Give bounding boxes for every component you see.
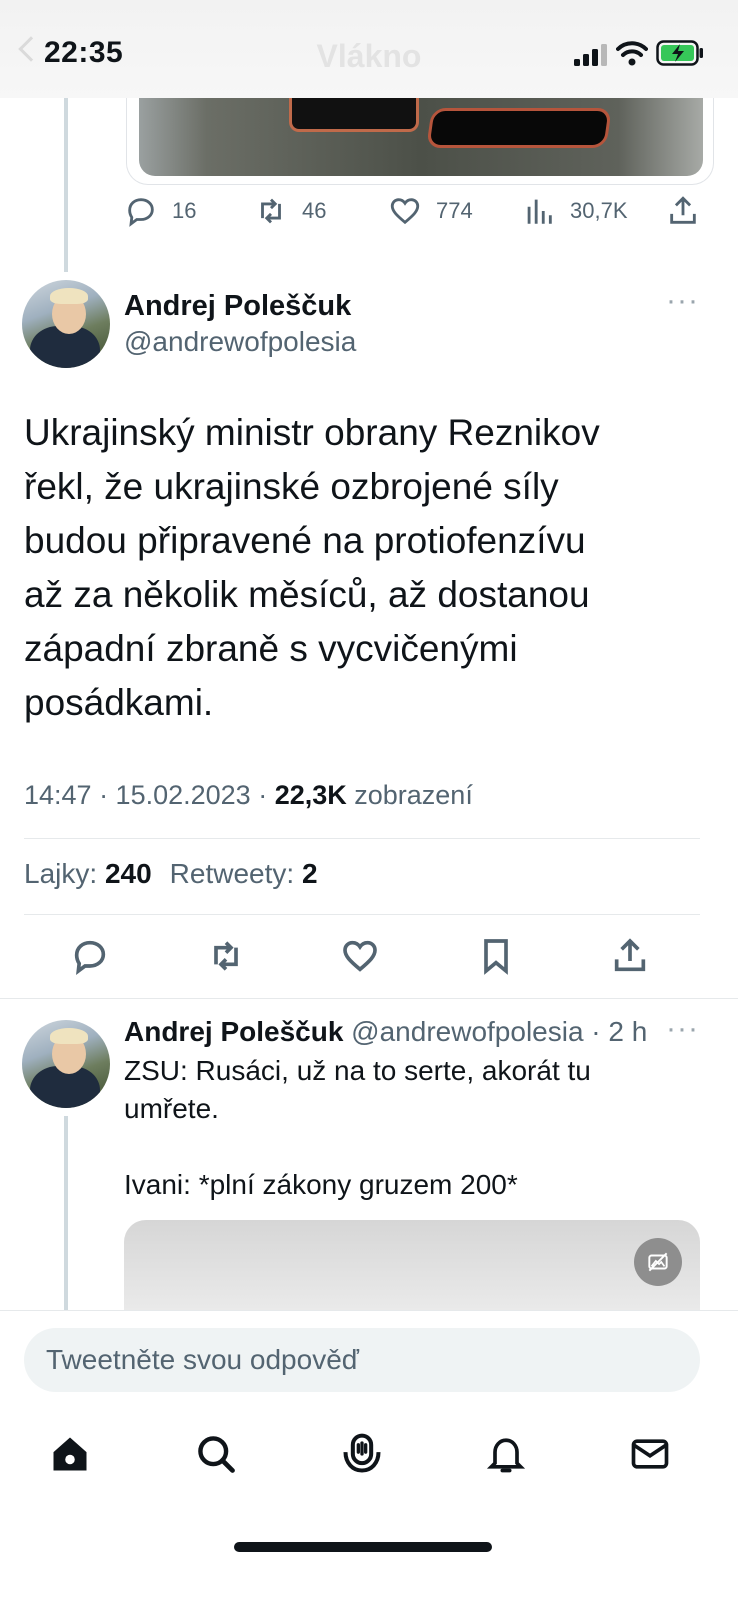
reply-text-spacer bbox=[124, 1128, 704, 1166]
hidden-image-icon bbox=[648, 1252, 668, 1272]
reply-button[interactable] bbox=[70, 936, 110, 981]
retweet-count: 46 bbox=[302, 198, 327, 223]
like-button[interactable]: 774 bbox=[388, 194, 473, 228]
image-detail bbox=[289, 98, 419, 132]
image-detail bbox=[426, 108, 612, 148]
retweets-count[interactable]: 2 bbox=[302, 858, 318, 889]
reply-header: Andrej Polеščuk @andrewofpolesia · 2 h bbox=[124, 1016, 647, 1048]
spaces-icon bbox=[343, 1433, 381, 1473]
reply-icon bbox=[74, 940, 106, 976]
notifications-icon bbox=[486, 1438, 526, 1473]
views-count: 30,7K bbox=[570, 198, 628, 223]
sensitive-media-icon[interactable] bbox=[634, 1238, 682, 1286]
views-button[interactable]: 30,7K bbox=[522, 194, 628, 228]
author-handle[interactable]: @andrewofpolesia bbox=[124, 326, 356, 358]
tweet-text-line: posádkami. bbox=[24, 682, 214, 723]
status-bar: Vlákno 22:35 bbox=[0, 0, 738, 98]
clock: 22:35 bbox=[44, 36, 124, 69]
battery-icon bbox=[656, 40, 703, 66]
retweet-button[interactable]: 46 bbox=[254, 194, 326, 228]
retweet-button[interactable] bbox=[206, 936, 246, 981]
reply-composer-input[interactable]: Tweetněte svou odpověď bbox=[24, 1328, 700, 1392]
search-icon bbox=[198, 1436, 235, 1473]
author-name[interactable]: Andrej Polеščuk bbox=[124, 290, 351, 323]
thread-connector bbox=[64, 1116, 68, 1312]
avatar-hair bbox=[50, 288, 88, 304]
share-button[interactable] bbox=[610, 936, 650, 981]
share-icon bbox=[614, 938, 646, 972]
share-button[interactable] bbox=[666, 194, 700, 228]
reply-icon bbox=[128, 198, 154, 227]
reply-button[interactable]: 16 bbox=[124, 194, 196, 228]
tweet-text-line: řekl, že ukrajinské ozbrojené síly bbox=[24, 466, 559, 507]
views-count: 22,3K bbox=[274, 780, 347, 810]
share-icon bbox=[670, 196, 696, 224]
retweet-icon bbox=[261, 198, 281, 224]
tab-notifications[interactable] bbox=[484, 1432, 528, 1481]
more-options-icon[interactable]: ··· bbox=[666, 284, 699, 318]
bookmark-button[interactable] bbox=[476, 936, 516, 981]
retweet-icon bbox=[214, 941, 238, 971]
reply-text-line: Ivani: *plní zákony gruzem 200* bbox=[124, 1169, 518, 1200]
tweet-text-line: Ukrajinský ministr obrany Reznikov bbox=[24, 412, 600, 453]
thread-connector bbox=[64, 96, 68, 272]
like-count: 774 bbox=[436, 198, 473, 223]
tweet-text-line: západní zbraně s vycvičenými bbox=[24, 628, 518, 669]
reply-avatar[interactable] bbox=[22, 1020, 110, 1108]
tweet-text-line: až za několik měsíců, až dostanou bbox=[24, 574, 590, 615]
divider bbox=[24, 838, 700, 839]
reply-media[interactable] bbox=[124, 1220, 700, 1320]
divider bbox=[24, 914, 700, 915]
views-label: zobrazení bbox=[346, 780, 473, 810]
avatar[interactable] bbox=[22, 280, 110, 368]
messages-icon bbox=[631, 1439, 669, 1469]
reply-author-handle[interactable]: @andrewofpolesia · 2 h bbox=[343, 1016, 647, 1047]
tweet-stats: Lajky: 240 Retweety: 2 bbox=[24, 858, 336, 890]
wifi-icon bbox=[616, 41, 648, 66]
likes-label[interactable]: Lajky: bbox=[24, 858, 105, 889]
reply-text: ZSU: Rusáci, už na to serte, akorát tu u… bbox=[124, 1052, 704, 1204]
likes-count[interactable]: 240 bbox=[105, 858, 152, 889]
reply-text-line: ZSU: Rusáci, už na to serte, akorát tu bbox=[124, 1055, 591, 1086]
home-indicator bbox=[234, 1542, 492, 1552]
heart-icon bbox=[343, 940, 377, 972]
bookmark-icon bbox=[484, 939, 508, 975]
home-icon bbox=[53, 1437, 87, 1471]
tweet-timestamp[interactable]: 14:47 · 15.02.2023 · bbox=[24, 780, 275, 810]
tweet-text: Ukrajinský ministr obrany Reznikov řekl,… bbox=[24, 406, 714, 730]
reply-count: 16 bbox=[172, 198, 197, 223]
tab-search[interactable] bbox=[194, 1432, 238, 1481]
views-chart-icon bbox=[527, 199, 552, 224]
tab-home[interactable] bbox=[48, 1432, 92, 1481]
reply-text-line: umřete. bbox=[124, 1093, 219, 1124]
tab-messages[interactable] bbox=[628, 1432, 672, 1481]
like-button[interactable] bbox=[340, 936, 380, 981]
reply-author-name[interactable]: Andrej Polеščuk bbox=[124, 1016, 343, 1047]
tweet-text-line: budou připravené na protiofenzívu bbox=[24, 520, 586, 561]
divider bbox=[0, 998, 738, 999]
tweet-meta: 14:47 · 15.02.2023 · 22,3K zobrazení bbox=[24, 780, 473, 811]
heart-icon bbox=[390, 198, 420, 225]
previous-tweet-image[interactable] bbox=[139, 98, 703, 176]
avatar-hair bbox=[50, 1028, 88, 1044]
retweets-label[interactable]: Retweety: bbox=[170, 858, 302, 889]
cellular-signal-icon bbox=[574, 44, 607, 66]
tab-spaces[interactable] bbox=[340, 1432, 384, 1481]
reply-more-options-icon[interactable]: ··· bbox=[666, 1012, 699, 1046]
previous-tweet-actions: 16 46 774 30,7K bbox=[124, 194, 704, 234]
